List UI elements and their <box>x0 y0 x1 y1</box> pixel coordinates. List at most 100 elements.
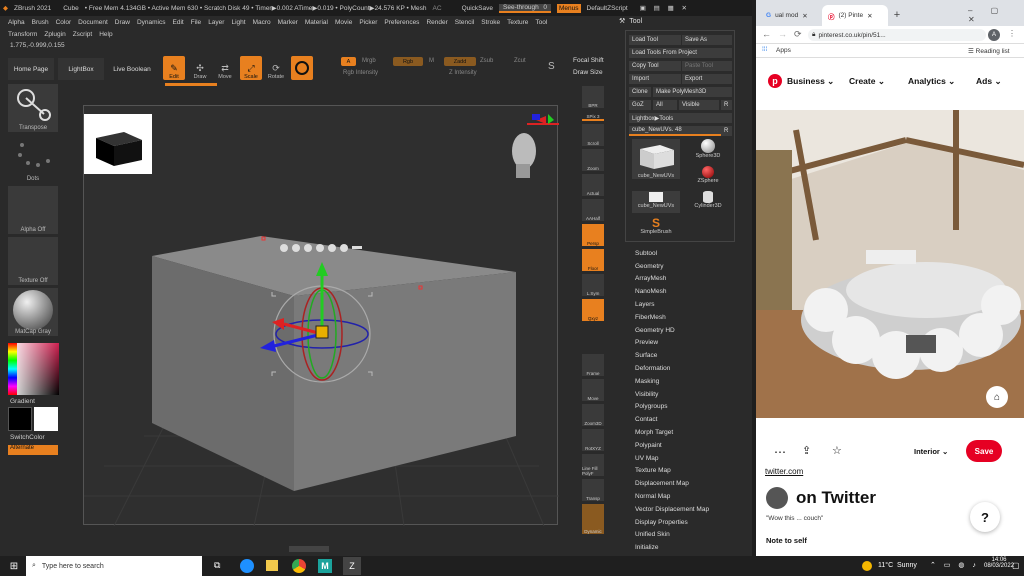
menu-tool[interactable]: Tool <box>535 19 547 26</box>
zbrush-taskbar-icon[interactable]: Z <box>343 557 361 575</box>
shelf-qxyz-button[interactable]: Qxyz <box>582 299 604 321</box>
shelf-move-button[interactable]: Move <box>582 379 604 401</box>
nav-create[interactable]: Create ⌄ <box>849 76 885 87</box>
clone-button[interactable]: Clone <box>629 87 651 97</box>
alpha-tile[interactable]: Alpha Off <box>8 186 58 234</box>
source-link[interactable]: twitter.com <box>765 467 803 476</box>
back-icon[interactable]: ← <box>762 29 771 39</box>
subpalette-morph-target[interactable]: Morph Target <box>635 426 745 439</box>
board-select[interactable]: Interior ⌄ <box>914 447 948 456</box>
star-icon[interactable]: ☆ <box>832 444 842 457</box>
load-tools-from-project-button[interactable]: Load Tools From Project <box>629 48 732 58</box>
forward-icon[interactable]: → <box>778 29 787 39</box>
quicksave-button[interactable]: QuickSave <box>462 5 493 12</box>
menu-dynamics[interactable]: Dynamics <box>137 19 166 26</box>
texture-tile[interactable]: Texture Off <box>8 237 58 285</box>
hue-bar[interactable] <box>8 343 17 395</box>
home-page-button[interactable]: Home Page <box>8 58 54 80</box>
see-through-slider[interactable]: See-through 0 <box>499 3 551 13</box>
menu-texture[interactable]: Texture <box>507 19 528 26</box>
menu-zscript[interactable]: Zscript <box>73 31 93 38</box>
pin-image[interactable]: ⌂ <box>756 110 1024 418</box>
apps-link[interactable]: Apps <box>776 47 791 54</box>
shelf-lsym-button[interactable]: L.Sym <box>582 274 604 296</box>
shelf-dynamic-button[interactable]: Dynamic <box>582 504 604 534</box>
menu-material[interactable]: Material <box>305 19 328 26</box>
shelf-zoom-button[interactable]: Zoom <box>582 149 604 171</box>
m-button[interactable]: M <box>429 58 434 64</box>
rgb-button[interactable]: Rgb <box>393 57 423 66</box>
system-tray-icons[interactable]: ⌃ ▭ ◍ ♪ <box>930 561 979 569</box>
secondary-color-swatch[interactable] <box>34 407 58 431</box>
menu-macro[interactable]: Macro <box>253 19 271 26</box>
menu-edit[interactable]: Edit <box>173 19 184 26</box>
shelf-spix-button[interactable]: SPix 3 <box>582 111 604 121</box>
zadd-button[interactable]: Zadd <box>444 57 476 66</box>
subpalette-nanomesh[interactable]: NanoMesh <box>635 285 745 298</box>
shelf-polyf-button[interactable]: Line Fill PolyF <box>582 454 604 476</box>
subpalette-geometry[interactable]: Geometry <box>635 260 745 273</box>
menu-marker[interactable]: Marker <box>278 19 298 26</box>
menu-movie[interactable]: Movie <box>335 19 352 26</box>
subpalette-polypaint[interactable]: Polypaint <box>635 439 745 452</box>
subpalette-normal-map[interactable]: Normal Map <box>635 490 745 503</box>
shelf-frame-button[interactable]: Frame <box>582 354 604 376</box>
pinterest-logo-icon[interactable]: p <box>768 74 782 88</box>
windows-start-icon[interactable]: ⊞ <box>8 560 20 572</box>
shelf-aahalf-button[interactable]: AAHalf <box>582 199 604 221</box>
paste-tool-button[interactable]: Paste Tool <box>682 61 732 71</box>
subpalette-preview[interactable]: Preview <box>635 337 745 350</box>
more-options-icon[interactable]: ⋯ <box>774 445 786 459</box>
matcap-tile[interactable]: MatCap Gray <box>8 288 58 336</box>
import-button[interactable]: Import <box>629 74 681 84</box>
subpalette-visibility[interactable]: Visibility <box>635 388 745 401</box>
subpalette-fibermesh[interactable]: FiberMesh <box>635 311 745 324</box>
menu-layer[interactable]: Layer <box>208 19 224 26</box>
subpalette-unified-skin[interactable]: Unified Skin <box>635 529 745 542</box>
subpalette-displacement-map[interactable]: Displacement Map <box>635 477 745 490</box>
weather-widget[interactable]: 11°C Sunny <box>878 562 917 569</box>
rgb-intensity-slider[interactable]: Rgb Intensity <box>343 70 378 76</box>
shelf-scroll-button[interactable]: Scroll <box>582 124 604 146</box>
shelf-rotxyz-button[interactable]: RotXYZ <box>582 429 604 451</box>
shelf-small-1-button[interactable] <box>582 324 604 336</box>
subpalette-masking[interactable]: Masking <box>635 375 745 388</box>
shelf-actual-button[interactable]: Actual <box>582 174 604 196</box>
subpalette-texture-map[interactable]: Texture Map <box>635 465 745 478</box>
dots-tile[interactable]: Dots <box>8 135 58 183</box>
subpalette-arraymesh[interactable]: ArrayMesh <box>635 273 745 286</box>
primary-color-swatch[interactable] <box>8 407 32 431</box>
gizmo-toggle-button[interactable] <box>291 56 313 80</box>
subpalette-initialize[interactable]: Initialize <box>635 541 745 554</box>
shelf-bpr-button[interactable]: BPR <box>582 86 604 108</box>
tab-2[interactable]: ⓟ (2) Pinte ✕ <box>822 5 888 26</box>
gradient-label[interactable]: Gradient <box>10 398 35 405</box>
subpalette-vector-displacement-map[interactable]: Vector Displacement Map <box>635 503 745 516</box>
thumb-zsphere[interactable]: ZSphere <box>688 166 728 188</box>
nav-ads[interactable]: Ads ⌄ <box>976 76 1002 87</box>
shelf-transp-button[interactable]: Transp <box>582 479 604 501</box>
menu-stroke[interactable]: Stroke <box>481 19 500 26</box>
shelf-persp-button[interactable]: Persp <box>582 224 604 246</box>
share-icon[interactable]: ⇪ <box>802 444 811 457</box>
current-tool-slider[interactable]: cube_NewUVs. 48 <box>629 126 721 136</box>
focal-shift-slider[interactable]: Focal Shift <box>573 57 604 64</box>
nav-head-icon[interactable] <box>512 114 559 178</box>
draw-button[interactable]: ✣ Draw <box>189 56 211 80</box>
menu-draw[interactable]: Draw <box>115 19 130 26</box>
new-tab-icon[interactable]: + <box>890 8 904 22</box>
menu-picker[interactable]: Picker <box>359 19 377 26</box>
subpalette-layers[interactable]: Layers <box>635 298 745 311</box>
reload-icon[interactable]: ⟳ <box>794 29 802 40</box>
subpalette-geometry-hd[interactable]: Geometry HD <box>635 324 745 337</box>
thumb-cylinder3d[interactable]: Cylinder3D <box>688 191 728 213</box>
search-box[interactable]: ⌕ Type here to search <box>26 556 202 576</box>
tool-r-button[interactable]: R <box>721 126 732 136</box>
file-explorer-icon[interactable] <box>266 560 278 571</box>
subpalette-polygroups[interactable]: Polygroups <box>635 401 745 414</box>
menu-file[interactable]: File <box>191 19 201 26</box>
thumb-simplebrush[interactable]: S SimpleBrush <box>632 217 680 239</box>
tab-1[interactable]: Gual mod ✕ <box>760 5 822 26</box>
save-as-button[interactable]: Save As <box>682 35 732 45</box>
thumb-cube-newuvs[interactable]: cube_NewUVs <box>632 139 680 179</box>
